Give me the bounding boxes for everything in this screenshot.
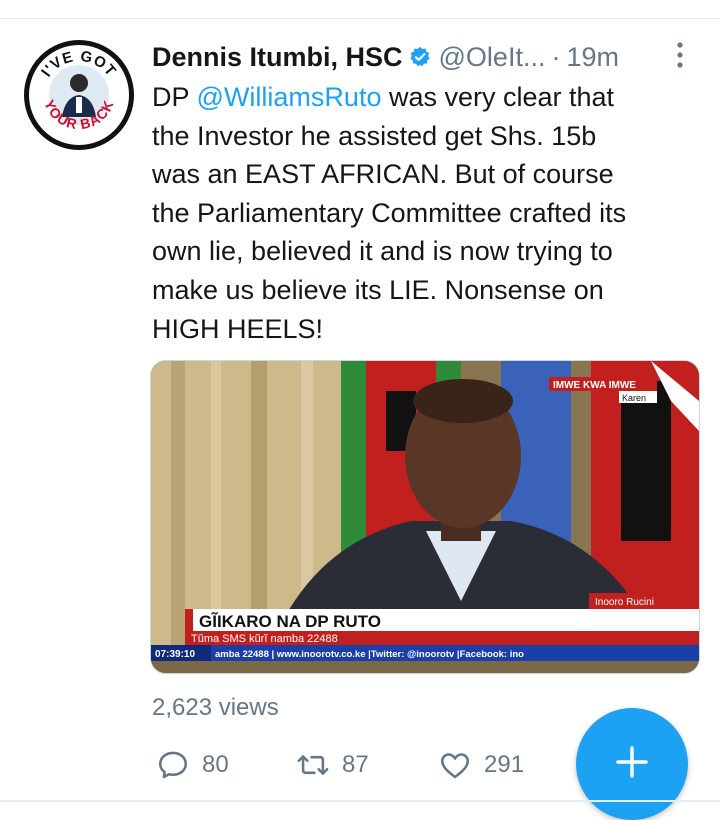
reply-count: 80 — [202, 751, 229, 778]
channel-tag: Inooro Rucini — [595, 597, 654, 608]
corner-banner: IMWE KWA IMWE — [553, 380, 636, 391]
tweet-line-5: own lie, believed it and is now trying t… — [152, 236, 613, 267]
text-suffix: was very clear that — [381, 82, 615, 112]
reply-icon — [156, 748, 190, 782]
like-count: 291 — [484, 751, 525, 778]
mention-link[interactable]: @WilliamsRuto — [197, 82, 382, 112]
author-handle[interactable]: @OleIt... — [439, 42, 546, 73]
retweet-button[interactable]: 87 — [296, 745, 369, 785]
author-name[interactable]: Dennis Itumbi, HSC — [152, 42, 403, 73]
tweet-line-4: the Parliamentary Committee crafted its — [152, 197, 627, 228]
separator-dot: · — [551, 41, 561, 72]
media-subline: Tũma SMS kũrĩ namba 22488 — [191, 633, 338, 645]
bottom-divider — [0, 800, 720, 802]
reply-button[interactable]: 80 — [156, 745, 229, 785]
tweet-line-3: was an EAST AFRICAN. But of course — [152, 159, 614, 190]
compose-tweet-button[interactable] — [576, 708, 688, 820]
tweet-header: Dennis Itumbi, HSC @OleIt... · 19m — [152, 38, 692, 76]
ticker-text: amba 22488 | www.inoorotv.co.ke |Twitter… — [215, 649, 524, 660]
tweet-text: DP @WilliamsRuto was very clear that the… — [152, 78, 697, 348]
tweet-line-2: the Investor he assisted get Shs. 15b — [152, 120, 597, 151]
ticker-time: 07:39:10 — [155, 649, 195, 660]
media-headline: GĨIKARO NA DP RUTO — [199, 611, 381, 631]
more-vertical-icon[interactable] — [670, 40, 690, 70]
tweet-time[interactable]: 19m — [566, 42, 619, 73]
top-divider — [0, 18, 720, 19]
plus-icon — [612, 742, 652, 787]
verified-badge-icon — [409, 46, 431, 68]
tweet-line-7: HIGH HEELS! — [152, 313, 324, 344]
retweet-count: 87 — [342, 751, 369, 778]
heart-icon — [438, 748, 472, 782]
views-count: 2,623 views — [152, 694, 279, 721]
like-button[interactable]: 291 — [438, 745, 524, 785]
tweet-line-1: DP @WilliamsRuto was very clear that — [152, 78, 697, 117]
tweet-media-image[interactable]: IMWE KWA IMWE Karen Inooro Rucini GĨIKAR… — [150, 360, 700, 674]
retweet-icon — [296, 748, 330, 782]
text-prefix: DP — [152, 82, 197, 112]
corner-location: Karen — [622, 393, 646, 403]
author-avatar[interactable]: I'VE GOT YOUR BACK — [24, 40, 134, 150]
tweet-line-6: make us believe its LIE. Nonsense on — [152, 274, 604, 305]
